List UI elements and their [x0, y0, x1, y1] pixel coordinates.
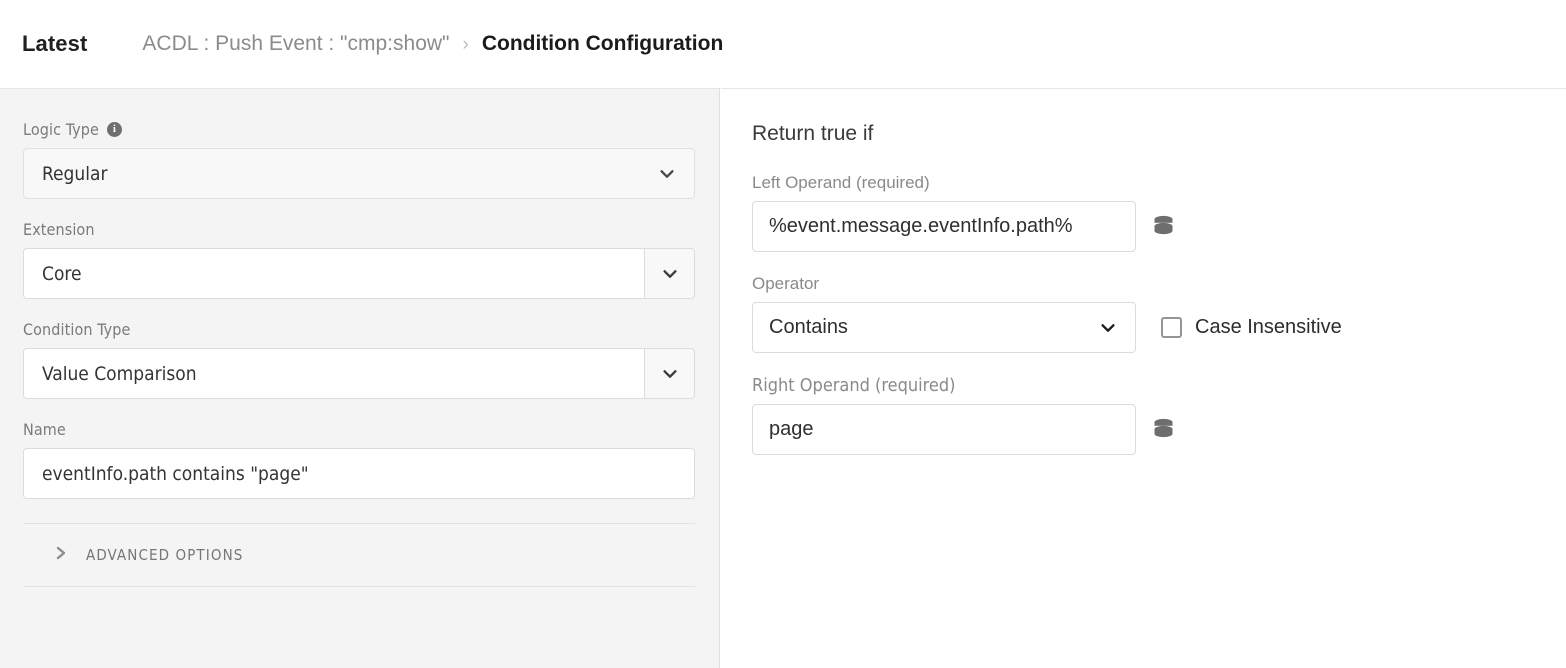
advanced-options-accordion: ADVANCED OPTIONS [23, 523, 695, 587]
extension-label-text: Extension [23, 220, 95, 239]
extension-field: Extension Core [23, 220, 695, 299]
condition-type-value[interactable]: Value Comparison [23, 348, 644, 399]
case-insensitive-label[interactable]: Case Insensitive [1195, 316, 1342, 339]
condition-type-dropdown-button[interactable] [644, 348, 695, 399]
breadcrumb-parent[interactable]: ACDL : Push Event : "cmp:show" [142, 32, 449, 56]
operator-select[interactable]: Contains [752, 302, 1136, 353]
name-label-text: Name [23, 420, 66, 439]
operator-field: Operator Contains Case Insensitive [752, 274, 1566, 353]
condition-type-label: Condition Type [23, 320, 694, 339]
name-field: Name eventInfo.path contains "page" [23, 420, 695, 499]
chevron-down-icon [658, 165, 676, 183]
case-insensitive-checkbox[interactable] [1161, 317, 1182, 338]
extension-value[interactable]: Core [23, 248, 644, 299]
logic-type-select[interactable]: Regular [23, 148, 695, 199]
logic-type-value: Regular [42, 162, 108, 185]
breadcrumb-current: Condition Configuration [481, 32, 724, 55]
return-true-if-title: Return true if [752, 122, 874, 145]
advanced-options-toggle[interactable]: ADVANCED OPTIONS [23, 524, 695, 586]
database-icon[interactable] [1150, 213, 1177, 240]
case-insensitive-checkbox-group[interactable]: Case Insensitive [1161, 316, 1342, 339]
left-operand-input[interactable]: %event.message.eventInfo.path% [752, 201, 1136, 252]
left-settings-panel: Logic Type i Regular Extension Core Cond… [0, 88, 720, 668]
condition-type-field: Condition Type Value Comparison [23, 320, 695, 399]
breadcrumb: ACDL : Push Event : "cmp:show" › Conditi… [142, 32, 723, 56]
extension-dropdown-button[interactable] [644, 248, 695, 299]
database-icon[interactable] [1150, 416, 1177, 443]
extension-combobox[interactable]: Core [23, 248, 695, 299]
left-operand-field: Left Operand (required) %event.message.e… [752, 173, 1566, 252]
condition-type-combobox[interactable]: Value Comparison [23, 348, 695, 399]
operator-label: Operator [752, 274, 820, 293]
panels-container: Logic Type i Regular Extension Core Cond… [0, 88, 1566, 668]
name-label: Name [23, 420, 694, 439]
library-name-latest: Latest [22, 31, 88, 56]
advanced-options-label: ADVANCED OPTIONS [86, 546, 244, 564]
right-condition-panel: Return true if Left Operand (required) %… [721, 88, 1566, 668]
condition-configuration-screen: Latest ACDL : Push Event : "cmp:show" › … [0, 0, 1566, 668]
condition-type-label-text: Condition Type [23, 320, 131, 339]
breadcrumb-chevron-icon: › [462, 33, 469, 55]
name-input[interactable]: eventInfo.path contains "page" [23, 448, 695, 499]
chevron-down-icon [661, 365, 679, 383]
right-operand-label: Right Operand (required) [752, 375, 956, 396]
info-icon[interactable]: i [106, 122, 122, 137]
header-bar: Latest ACDL : Push Event : "cmp:show" › … [0, 0, 1566, 88]
logic-type-label: Logic Type i [23, 120, 694, 139]
operator-value: Contains [769, 316, 848, 338]
logic-type-label-text: Logic Type [23, 120, 99, 139]
chevron-down-icon [661, 265, 679, 283]
chevron-right-icon [53, 544, 69, 567]
logic-type-field: Logic Type i Regular [23, 120, 695, 199]
left-operand-label: Left Operand (required) [752, 173, 930, 192]
right-operand-field: Right Operand (required) page [752, 375, 1566, 455]
chevron-down-icon [1099, 319, 1117, 337]
extension-label: Extension [23, 220, 694, 239]
right-operand-input[interactable]: page [752, 404, 1136, 455]
